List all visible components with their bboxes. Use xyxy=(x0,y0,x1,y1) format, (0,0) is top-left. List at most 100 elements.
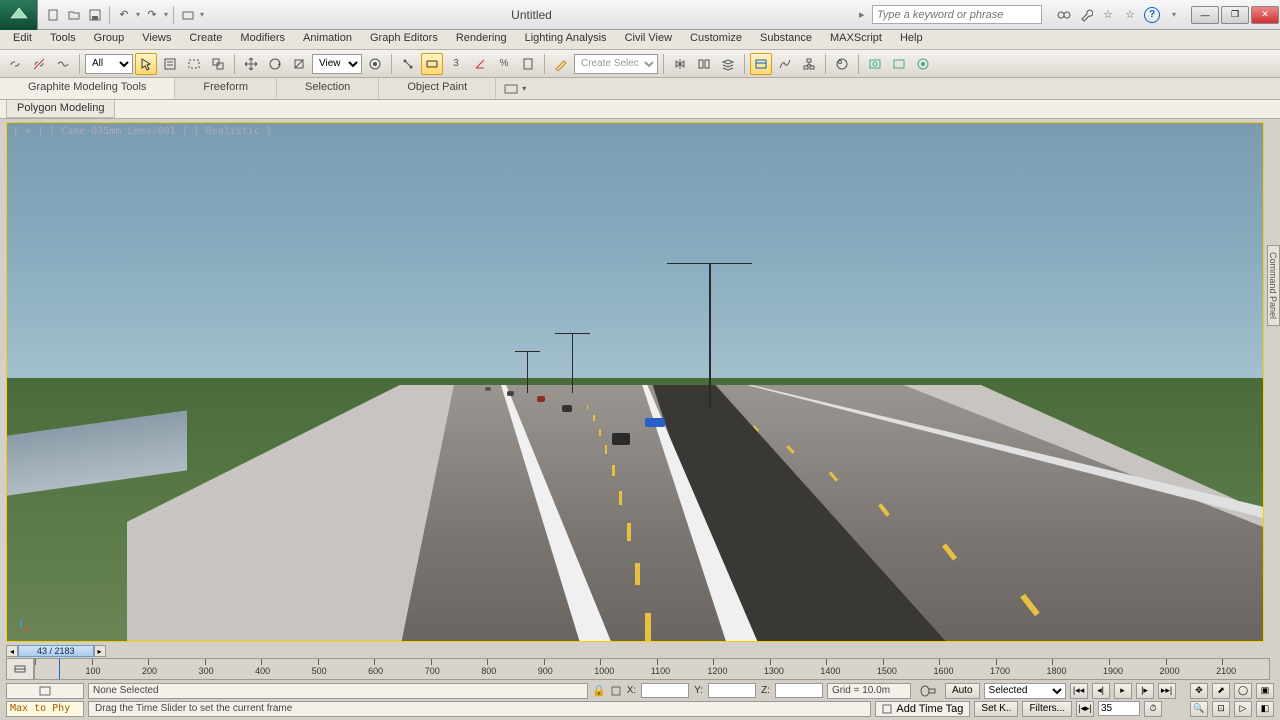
menu-rendering[interactable]: Rendering xyxy=(447,30,516,49)
goto-end-button[interactable]: ▸▸| xyxy=(1158,683,1176,699)
manipulate-icon[interactable] xyxy=(397,53,419,75)
layers-icon[interactable] xyxy=(717,53,739,75)
timeslider-next-button[interactable]: ▸ xyxy=(94,645,106,657)
ribbon-tab-selection[interactable]: Selection xyxy=(277,78,379,99)
rect-select-icon[interactable] xyxy=(183,53,205,75)
time-config-button[interactable]: ⏱ xyxy=(1144,701,1162,717)
star-icon[interactable]: ☆ xyxy=(1122,7,1138,23)
keyfilter-dropdown[interactable]: Selected xyxy=(984,683,1066,699)
y-coord-input[interactable] xyxy=(708,683,756,698)
menu-help[interactable]: Help xyxy=(891,30,932,49)
named-selection-dropdown[interactable]: Create Selection Se xyxy=(574,54,658,74)
prev-frame-button[interactable]: ◂| xyxy=(1092,683,1110,699)
lock-selection-icon[interactable]: 🔒 xyxy=(592,684,606,697)
nav-zoom-all-icon[interactable]: ⊡ xyxy=(1212,701,1230,717)
menu-grapheditors[interactable]: Graph Editors xyxy=(361,30,447,49)
app-menu-button[interactable] xyxy=(0,0,38,30)
ribbon-toggle-icon[interactable] xyxy=(750,53,772,75)
nav-orbit-icon[interactable]: ◯ xyxy=(1234,683,1252,699)
menu-maxscript[interactable]: MAXScript xyxy=(821,30,891,49)
search-toggle-icon[interactable]: ▸ xyxy=(859,8,869,21)
nav-fov-icon[interactable]: ▷ xyxy=(1234,701,1252,717)
percent-snap-icon[interactable]: % xyxy=(493,53,515,75)
maxscript-mini-button[interactable] xyxy=(6,683,84,699)
help-search-input[interactable] xyxy=(872,5,1042,24)
isolate-selection-icon[interactable] xyxy=(610,685,622,697)
x-coord-input[interactable] xyxy=(641,683,689,698)
nav-maximize-icon[interactable]: ▣ xyxy=(1256,683,1274,699)
menu-edit[interactable]: Edit xyxy=(4,30,41,49)
align-icon[interactable] xyxy=(693,53,715,75)
nav-zoom-icon[interactable]: 🔍 xyxy=(1190,701,1208,717)
binoculars-icon[interactable] xyxy=(1056,7,1072,23)
mirror-icon[interactable] xyxy=(669,53,691,75)
viewport[interactable]: [ + ] [ Came-035mm Lens-001 ] [ Realisti… xyxy=(6,122,1264,642)
menu-substance[interactable]: Substance xyxy=(751,30,821,49)
new-file-icon[interactable] xyxy=(44,6,62,24)
bind-spacewarp-icon[interactable] xyxy=(52,53,74,75)
viewport-label[interactable]: [ + ] [ Came-035mm Lens-001 ] [ Realisti… xyxy=(13,126,272,137)
move-icon[interactable] xyxy=(240,53,262,75)
maxscript-listener-input[interactable] xyxy=(6,701,84,717)
edit-named-sel-icon[interactable] xyxy=(550,53,572,75)
selection-filter-dropdown[interactable]: All xyxy=(85,54,133,74)
timeslider-prev-button[interactable]: ◂ xyxy=(6,645,18,657)
ribbon-tab-objectpaint[interactable]: Object Paint xyxy=(379,78,496,99)
menu-tools[interactable]: Tools xyxy=(41,30,85,49)
autokey-button[interactable]: Auto xyxy=(945,683,980,699)
time-slider-handle[interactable]: 43 / 2183 xyxy=(18,645,94,657)
minimize-button[interactable]: — xyxy=(1191,6,1219,24)
wrench-icon[interactable] xyxy=(1078,7,1094,23)
timeline-ruler[interactable]: 0100200300400500600700800900100011001200… xyxy=(34,658,1270,680)
ref-coord-dropdown[interactable]: View xyxy=(312,54,362,74)
next-frame-button[interactable]: |▸ xyxy=(1136,683,1154,699)
select-by-name-icon[interactable] xyxy=(159,53,181,75)
menu-views[interactable]: Views xyxy=(133,30,180,49)
rotate-icon[interactable] xyxy=(264,53,286,75)
command-panel-tab[interactable]: Command Panel xyxy=(1267,245,1280,326)
add-time-tag-button[interactable]: Add Time Tag xyxy=(875,701,970,717)
goto-start-button[interactable]: |◂◂ xyxy=(1070,683,1088,699)
pivot-center-icon[interactable] xyxy=(364,53,386,75)
project-icon[interactable] xyxy=(179,6,197,24)
current-frame-input[interactable] xyxy=(1098,701,1140,716)
link-icon[interactable] xyxy=(4,53,26,75)
close-button[interactable]: ✕ xyxy=(1251,6,1279,24)
ribbon-dropdown-icon[interactable]: ▾ xyxy=(522,84,526,93)
schematic-view-icon[interactable] xyxy=(798,53,820,75)
curve-editor-icon[interactable] xyxy=(774,53,796,75)
ribbon-display-icon[interactable] xyxy=(504,84,518,94)
key-mode-toggle-icon[interactable]: |◂▸| xyxy=(1076,701,1094,717)
render-production-icon[interactable] xyxy=(912,53,934,75)
rendered-frame-icon[interactable] xyxy=(888,53,910,75)
angle-snap-icon[interactable] xyxy=(469,53,491,75)
menu-modifiers[interactable]: Modifiers xyxy=(231,30,294,49)
nav-pan-icon[interactable]: ✥ xyxy=(1190,683,1208,699)
ribbon-tab-graphite[interactable]: Graphite Modeling Tools xyxy=(0,78,175,99)
menu-animation[interactable]: Animation xyxy=(294,30,361,49)
undo-icon[interactable]: ↶ xyxy=(115,6,133,24)
help-icon[interactable]: ? xyxy=(1144,7,1160,23)
menu-customize[interactable]: Customize xyxy=(681,30,751,49)
ribbon-tab-freeform[interactable]: Freeform xyxy=(175,78,277,99)
maximize-button[interactable]: ❐ xyxy=(1221,6,1249,24)
spinner-snap-icon[interactable] xyxy=(517,53,539,75)
trackbar-toggle-button[interactable] xyxy=(6,658,34,680)
play-button[interactable]: ▸ xyxy=(1114,683,1132,699)
menu-create[interactable]: Create xyxy=(180,30,231,49)
keyboard-shortcut-icon[interactable] xyxy=(421,53,443,75)
z-coord-input[interactable] xyxy=(775,683,823,698)
render-setup-icon[interactable] xyxy=(864,53,886,75)
menu-group[interactable]: Group xyxy=(85,30,134,49)
material-editor-icon[interactable] xyxy=(831,53,853,75)
keyfilters-button[interactable]: Filters... xyxy=(1022,701,1072,717)
redo-icon[interactable]: ↷ xyxy=(143,6,161,24)
scale-icon[interactable] xyxy=(288,53,310,75)
autokey-toggle-icon[interactable] xyxy=(915,685,941,697)
select-object-button[interactable] xyxy=(135,53,157,75)
save-file-icon[interactable] xyxy=(86,6,104,24)
ribbon-panel-polygonmodeling[interactable]: Polygon Modeling xyxy=(6,100,115,118)
nav-zoom-extents-icon[interactable]: ◧ xyxy=(1256,701,1274,717)
menu-lighting[interactable]: Lighting Analysis xyxy=(516,30,616,49)
star-outline-icon[interactable]: ☆ xyxy=(1100,7,1116,23)
